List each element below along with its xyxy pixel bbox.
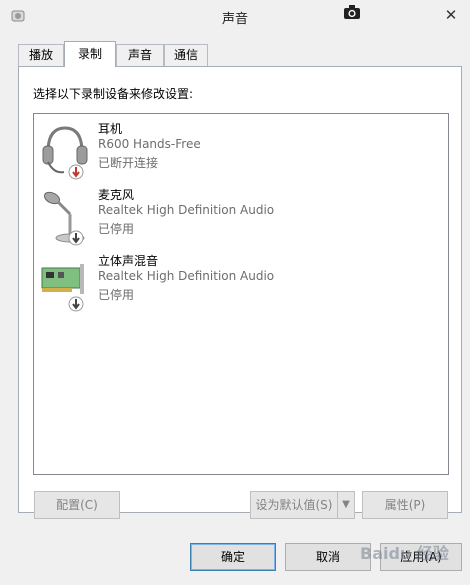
tab-sounds[interactable]: 声音 (116, 44, 164, 66)
chevron-down-icon[interactable]: ▼ (337, 491, 355, 519)
device-status: 已停用 (98, 222, 135, 236)
device-description: Realtek High Definition Audio (98, 269, 275, 283)
headset-icon (42, 126, 88, 180)
device-name: 麦克风 (98, 188, 135, 202)
camera-icon[interactable] (343, 4, 361, 20)
sound-dialog: 播放 录制 声音 通信 选择以下录制设备来修改设置: 耳机 R600 Hands… (0, 32, 470, 585)
device-status: 已断开连接 (98, 156, 159, 170)
list-item[interactable]: 立体声混音 Realtek High Definition Audio 已停用 (34, 252, 448, 316)
list-item[interactable]: 麦克风 Realtek High Definition Audio 已停用 (34, 186, 448, 250)
close-button[interactable]: ✕ (440, 6, 462, 24)
tab-recording[interactable]: 录制 (64, 41, 116, 67)
ok-button[interactable]: 确定 (190, 543, 276, 571)
instruction-text: 选择以下录制设备来修改设置: (33, 87, 194, 101)
sound-card-icon (41, 264, 84, 312)
title-bar: 声音 ✕ (0, 0, 470, 32)
microphone-icon (43, 191, 85, 246)
list-item[interactable]: 耳机 R600 Hands-Free 已断开连接 (34, 120, 448, 184)
device-description: R600 Hands-Free (98, 137, 201, 151)
device-description: Realtek High Definition Audio (98, 203, 275, 217)
device-list[interactable]: 耳机 R600 Hands-Free 已断开连接 麦克风 Realtek Hig… (33, 113, 449, 475)
tab-communications[interactable]: 通信 (164, 44, 208, 66)
window-title: 声音 (221, 12, 248, 27)
properties-button[interactable]: 属性(P) (362, 491, 448, 519)
watermark: Baidu 经验 (360, 544, 449, 563)
recording-panel: 选择以下录制设备来修改设置: 耳机 R600 Hands-Free 已断开连接 (18, 66, 462, 513)
device-status: 已停用 (98, 288, 135, 302)
device-name: 耳机 (98, 122, 123, 136)
cancel-button[interactable]: 取消 (285, 543, 371, 571)
set-default-button[interactable]: 设为默认值(S) (250, 491, 338, 519)
tab-playback[interactable]: 播放 (18, 44, 64, 66)
device-name: 立体声混音 (98, 254, 159, 268)
configure-button[interactable]: 配置(C) (34, 491, 120, 519)
